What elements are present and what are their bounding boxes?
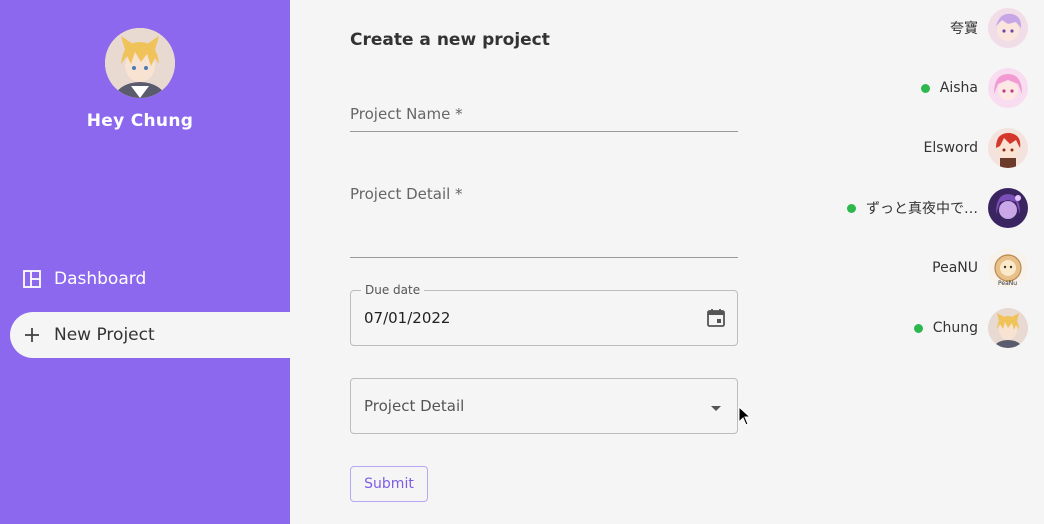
online-indicator: [847, 203, 856, 213]
friend-avatar: [988, 308, 1028, 348]
friend-name: ずっと真夜中で…: [866, 201, 978, 217]
project-detail-select[interactable]: Project Detail: [350, 378, 738, 434]
project-detail-field[interactable]: Project Detail *: [350, 184, 738, 258]
project-name-label: Project Name *: [350, 105, 463, 123]
calendar-icon[interactable]: [705, 307, 727, 329]
friend-avatar: [988, 8, 1028, 48]
online-indicator: [920, 83, 930, 93]
project-name-field[interactable]: Project Name *: [350, 104, 738, 132]
friend-avatar: [988, 188, 1028, 228]
friend-item[interactable]: Elsword: [924, 128, 1028, 168]
dashboard-icon: [22, 269, 42, 289]
due-date-legend: Due date: [361, 283, 425, 297]
dropdown-arrow-icon: [705, 397, 727, 419]
friend-item[interactable]: PeaNU PeaNu: [932, 248, 1028, 288]
user-avatar[interactable]: [105, 28, 175, 98]
friend-name: Aisha: [939, 80, 978, 96]
friend-name: 夸寶: [950, 21, 978, 37]
nav-item-new-project[interactable]: New Project: [10, 312, 290, 358]
sidebar: Hey Chung Dashboard New Project: [0, 0, 290, 524]
nav-item-dashboard[interactable]: Dashboard: [10, 256, 290, 302]
friend-item[interactable]: ずっと真夜中で…: [847, 188, 1028, 228]
friend-avatar: [988, 68, 1028, 108]
friend-name: Chung: [932, 320, 978, 336]
friend-name: PeaNU: [932, 260, 978, 276]
user-name: Hey Chung: [86, 111, 194, 131]
due-date-value: 07/01/2022: [364, 309, 451, 327]
friend-avatar: [988, 128, 1028, 168]
online-indicator: [913, 323, 923, 333]
nav-item-label: Dashboard: [54, 269, 147, 289]
friend-item[interactable]: Chung: [913, 308, 1028, 348]
nav-item-label: New Project: [54, 325, 155, 345]
page-title: Create a new project: [350, 30, 550, 50]
submit-button[interactable]: Submit: [350, 466, 428, 502]
mouse-cursor-icon: [738, 405, 752, 426]
friend-avatar: PeaNu: [988, 248, 1028, 288]
select-placeholder: Project Detail: [364, 397, 465, 415]
plus-icon: [22, 325, 42, 345]
due-date-field[interactable]: Due date 07/01/2022: [350, 283, 738, 346]
project-detail-label: Project Detail *: [350, 185, 463, 203]
friend-item[interactable]: Aisha: [920, 68, 1028, 108]
svg-text:PeaNu: PeaNu: [998, 280, 1017, 287]
friend-item[interactable]: 夸寶: [950, 8, 1028, 48]
friend-name: Elsword: [923, 140, 978, 156]
